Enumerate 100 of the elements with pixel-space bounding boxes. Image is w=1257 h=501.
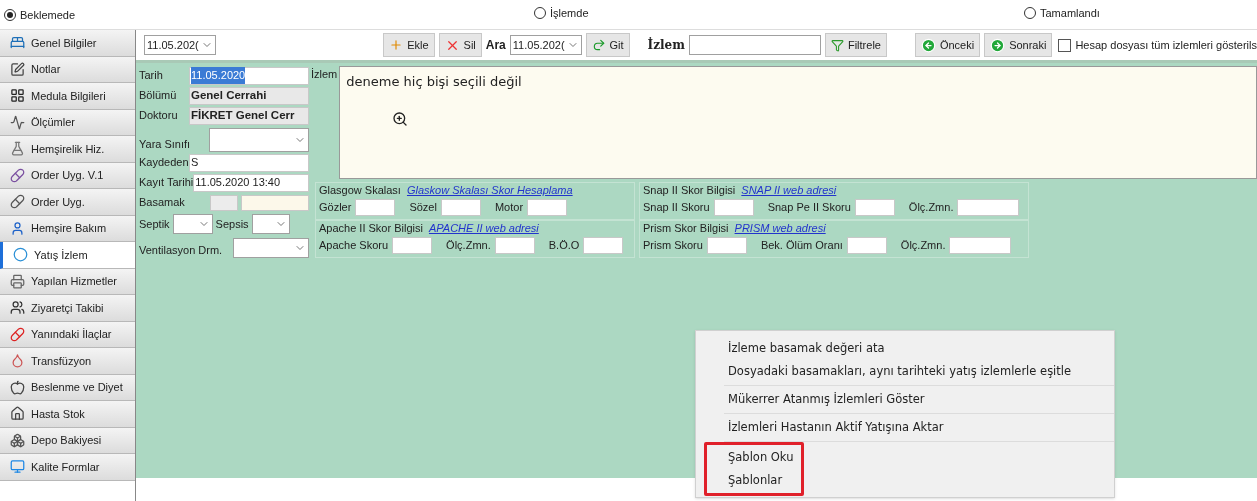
previous-button[interactable]: Önceki [914,33,981,57]
sidebar-item[interactable]: Order Uyg. [0,189,135,216]
zoom-icon [392,111,409,127]
score-field[interactable] [706,236,747,254]
score-field[interactable] [854,198,895,216]
drop-icon [10,353,25,369]
group-title: Glasgow Skalası [319,182,401,198]
sidebar-item[interactable]: Medula Bilgileri [0,83,135,110]
date-select[interactable]: 11.05.202( [144,35,216,55]
sidebar-item[interactable]: Ziyaretçi Takibi [0,295,135,322]
flask-icon [10,141,25,157]
field-label: Sepsis [215,216,249,232]
text-field[interactable]: 11.05.2020 13:40 [193,173,309,192]
sidebar-item[interactable]: Ölçümler [0,109,135,136]
web-link[interactable]: APACHE II web adresi [428,219,539,237]
sidebar-item[interactable]: Kalite Formlar [0,454,135,481]
apple-icon [10,379,25,395]
score-field[interactable] [527,198,568,216]
field-label: Bölümü [139,88,177,104]
menu-item[interactable]: Şablon Oku [724,446,801,469]
text-field[interactable] [241,194,309,211]
field-label: B.Ö.O [548,237,580,253]
field-label: Basamak [139,195,185,211]
pulse-icon [10,114,25,130]
dropdown-field[interactable] [209,128,309,152]
grid-icon [10,88,25,104]
dropdown-field[interactable] [172,214,213,234]
text-field[interactable] [210,194,238,211]
sidebar-item[interactable]: Order Uyg. V.1 [0,162,135,189]
sidebar-item[interactable]: Genel Bilgiler [0,30,135,57]
note-label: İzlem [311,67,338,82]
sidebar-item[interactable]: Transfüzyon [0,348,135,375]
go-button[interactable]: Git [585,33,630,57]
people-icon [10,300,25,316]
field-label: Septik [139,216,170,232]
field-label: Snap Pe II Skoru [767,199,851,215]
sidebar-item[interactable]: Beslenme ve Diyet [0,374,135,401]
dropdown-field[interactable] [233,238,309,258]
field-label: Sözel [409,199,437,215]
status-radio[interactable]: İşlemde [534,5,589,22]
arrow-icon [591,38,606,52]
text-field[interactable]: Genel Cerrahi [189,86,309,105]
sidebar-item[interactable]: Yanındaki İlaçlar [0,321,135,348]
group-title: Snap II Skor Bilgisi [643,182,736,198]
menu-item[interactable]: İzleme basamak değeri ata [724,337,1114,360]
filter-field[interactable] [688,35,821,55]
pill-icon [10,167,25,183]
delete-button[interactable]: Sil [438,33,482,57]
text-field[interactable]: 11.05.2020 [189,66,309,85]
field-label: Tarih [139,68,163,84]
search-label: Ara [485,37,506,54]
sidebar-item[interactable]: Hemşire Bakım [0,215,135,242]
dropdown-field[interactable] [251,214,290,234]
status-radio[interactable]: Tamamlandı [1024,5,1100,22]
menu-item[interactable]: Dosyadaki basamakları, aynı tarihteki yatış izlemlerle eşitle [724,360,1114,383]
score-field[interactable] [355,198,396,216]
score-field[interactable] [846,236,887,254]
field-label: Bek. Ölüm Oranı [760,237,843,253]
text-field[interactable]: S [189,153,309,172]
web-link[interactable]: PRISM web adresi [734,219,826,237]
pill-icon [10,194,25,210]
score-field[interactable] [949,236,1012,254]
score-field[interactable] [713,198,754,216]
text-field[interactable]: FİKRET Genel Cerr [189,106,309,125]
sidebar-item[interactable]: Hasta Stok [0,401,135,428]
field-label: Ölç.Zmn. [446,237,491,253]
field-label: Motor [494,199,524,215]
score-field[interactable] [440,198,481,216]
menu-item[interactable]: Şablonlar [724,469,801,492]
sidebar-item[interactable]: Depo Bakiyesi [0,427,135,454]
score-field[interactable] [957,198,1020,216]
score-field[interactable] [583,236,624,254]
group-title: Prism Skor Bilgisi [643,220,729,236]
field-label: Yara Sınıfı [139,136,191,152]
menu-item[interactable]: Mükerrer Atanmış İzlemleri Göster [724,388,1114,411]
add-button[interactable]: Ekle [383,33,435,57]
sidebar-item[interactable]: Hemşirelik Hiz. [0,136,135,163]
show-all-checkbox[interactable]: Hesap dosyası tüm izlemleri gösterils [1058,36,1257,54]
next-button[interactable]: Sonraki [984,33,1053,57]
sidebar-item[interactable]: Yapılan Hizmetler [0,268,135,295]
search-date-select[interactable]: 11.05.202( [509,35,582,55]
score-field[interactable] [494,236,535,254]
group-title: Apache II Skor Bilgisi [319,220,423,236]
field-label: Kayıt Tarihi [139,175,194,191]
boxes-icon [10,432,25,448]
edit-icon [10,61,25,77]
field-label: Apache Skoru [319,237,389,253]
web-link[interactable]: SNAP II web adresi [741,181,837,199]
note-area[interactable]: deneme hiç bişi seçili değil [339,66,1257,179]
menu-item[interactable]: İzlemleri Hastanın Aktif Yatışına Aktar [724,416,1114,439]
circle-icon [13,247,28,263]
score-field[interactable] [392,236,433,254]
field-label: Doktoru [139,108,178,124]
filter-button[interactable]: Filtrele [824,33,887,57]
web-link[interactable]: Glaskow Skalası Skor Hesaplama [406,181,573,199]
field-label: Gözler [319,199,352,215]
sidebar-item[interactable]: Notlar [0,56,135,83]
status-radio[interactable]: Beklemede [4,6,76,24]
funnel-icon [830,38,844,52]
sidebar-item[interactable]: Yatış İzlem [0,242,135,269]
